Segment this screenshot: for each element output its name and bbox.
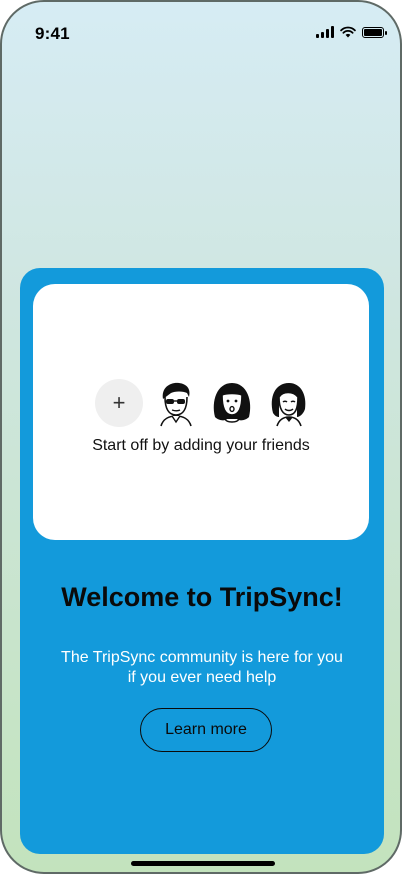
cellular-signal-icon: [316, 26, 334, 38]
friends-card: + Start off by adding your friends: [33, 284, 369, 540]
status-time: 9:41: [35, 24, 70, 43]
wifi-icon: [340, 26, 356, 38]
welcome-title: Welcome to TripSync!: [61, 582, 343, 612]
home-indicator[interactable]: [131, 861, 275, 866]
avatar-woman-surprised: [213, 383, 251, 423]
welcome-subtitle: The TripSync community is here for you i…: [61, 649, 343, 686]
add-friend-button[interactable]: +: [95, 379, 143, 427]
friends-row: +: [95, 379, 311, 427]
learn-more-button[interactable]: Learn more: [140, 708, 272, 752]
battery-icon: [362, 26, 387, 38]
friends-caption: Start off by adding your friends: [92, 437, 310, 454]
avatar-man-sunglasses: [160, 382, 192, 427]
avatar-woman-smiling: [271, 383, 306, 427]
status-icons: [316, 26, 387, 38]
status-bar: 9:41: [2, 2, 400, 62]
welcome-card: + Start off by adding your friends Welco…: [20, 268, 384, 854]
phone-frame: 9:41 + Start off by adding your friends …: [0, 0, 402, 874]
